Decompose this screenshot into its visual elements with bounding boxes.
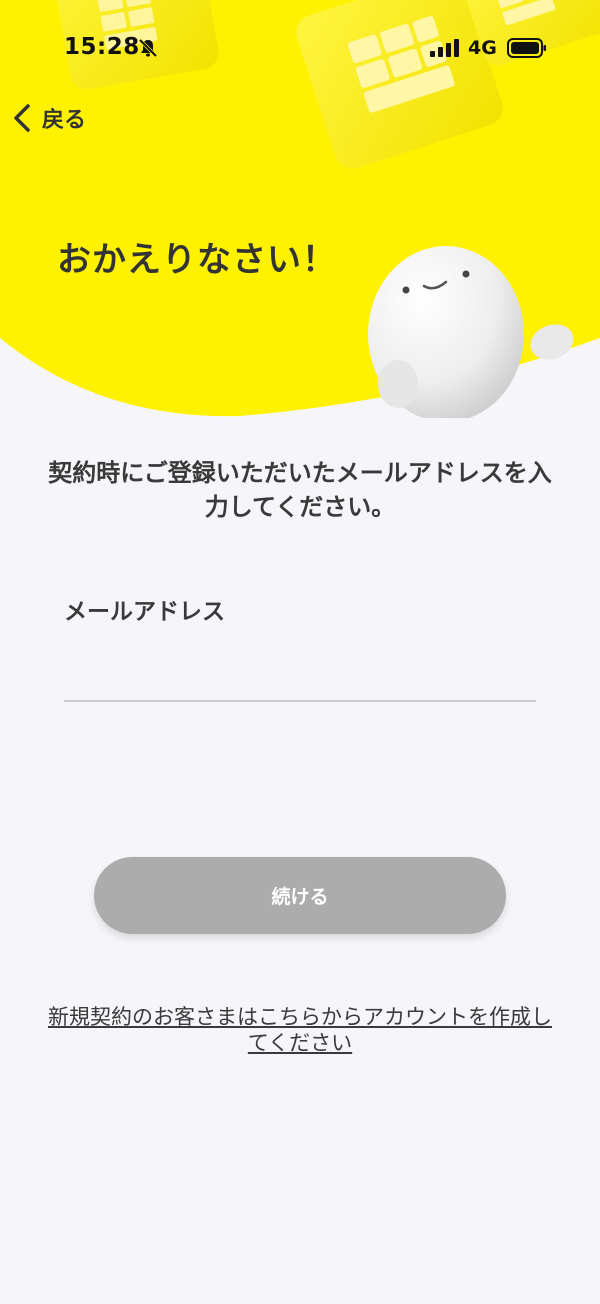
battery-icon <box>507 38 546 58</box>
back-button[interactable]: 戻る <box>10 98 86 138</box>
signal-icon <box>430 39 459 57</box>
bell-slash-icon <box>138 38 158 58</box>
network-type: 4G <box>468 37 497 59</box>
chevron-left-icon <box>14 104 30 132</box>
email-label: メールアドレス <box>64 599 225 625</box>
signup-link[interactable]: 新規契約のお客さまはこちらからアカウントを作成してください <box>40 1004 560 1056</box>
mascot-illustration <box>368 246 574 418</box>
back-label: 戻る <box>42 108 87 133</box>
status-time: 15:28 <box>64 34 140 60</box>
continue-button[interactable]: 続ける <box>94 857 506 934</box>
email-field[interactable] <box>64 650 536 702</box>
instruction-text: 契約時にご登録いただいたメールアドレスを入力してください。 <box>48 459 552 521</box>
status-bar: 15:28 4G <box>0 28 600 68</box>
welcome-title: おかえりなさい！ <box>57 240 337 280</box>
